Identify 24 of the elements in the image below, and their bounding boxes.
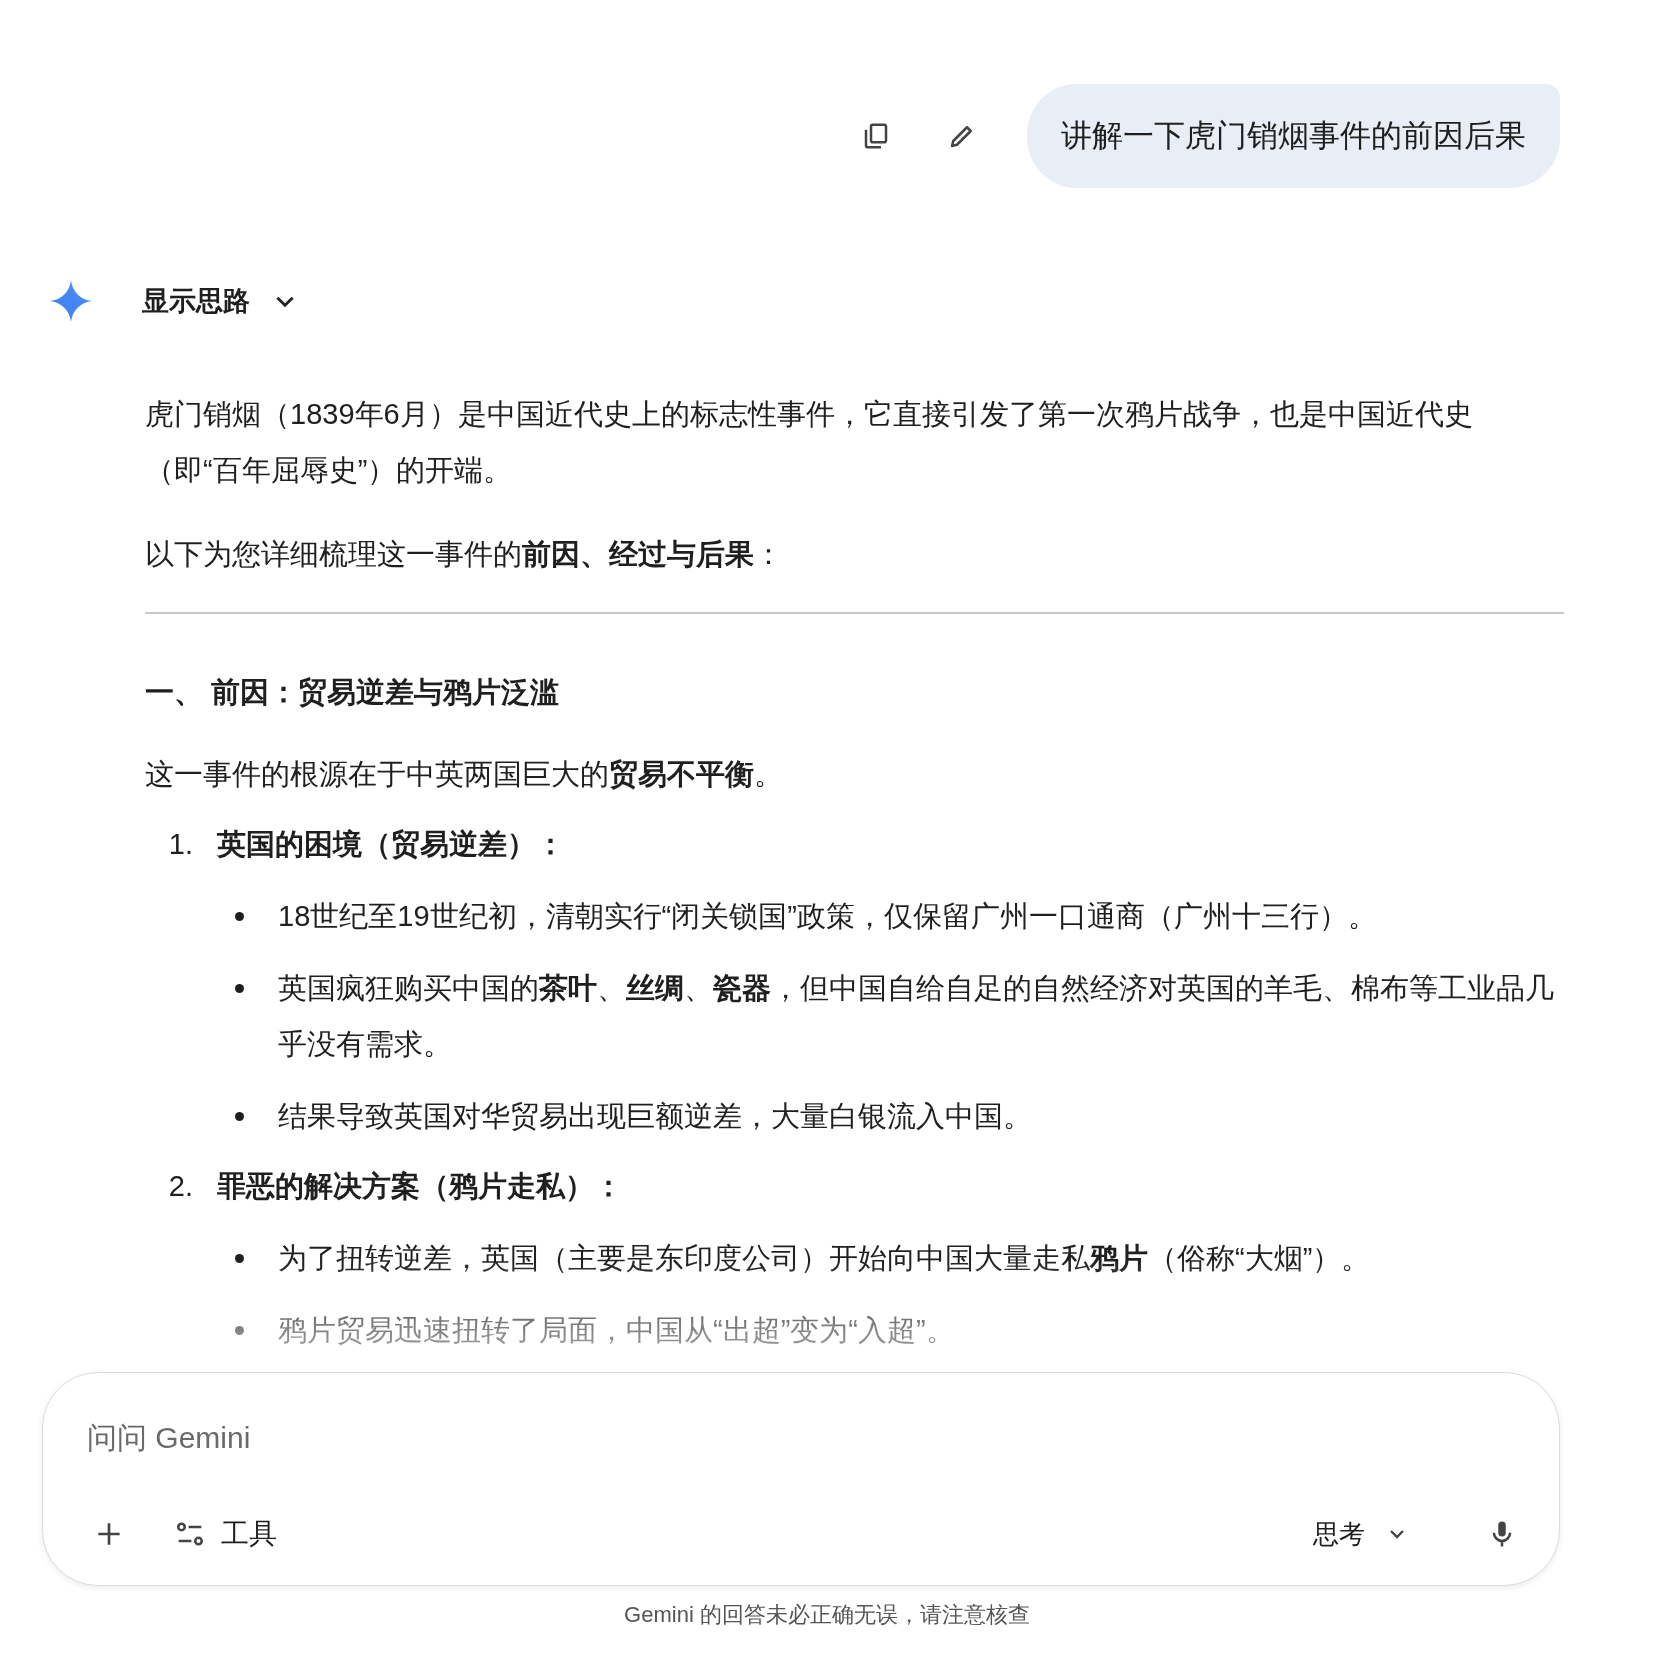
paragraph: 以下为您详细梳理这一事件的前因、经过与后果： bbox=[145, 537, 784, 572]
mode-dropdown[interactable]: 思考 bbox=[1307, 1510, 1415, 1558]
bullet-icon bbox=[235, 1112, 244, 1121]
show-thinking-toggle[interactable]: 显示思路 bbox=[142, 283, 298, 319]
prompt-field[interactable]: 问问 Gemini 工具 思考 bbox=[42, 1372, 1560, 1586]
list-item-text: 鸦片贸易迅速扭转了局面，中国从“出超”变为“入超”。 bbox=[278, 1313, 955, 1348]
tools-button[interactable]: 工具 bbox=[167, 1509, 283, 1559]
list-item-text: 18世纪至19世纪初，清朝实行“闭关锁国”政策，仅保留广州一口通商（广州十三行）。 bbox=[278, 899, 1377, 934]
bullet-icon bbox=[235, 912, 244, 921]
list-item-text: 为了扭转逆差，英国（主要是东印度公司）开始向中国大量走私鸦片（俗称“大烟”）。 bbox=[278, 1241, 1371, 1276]
bullet-icon bbox=[235, 984, 244, 993]
list-number: 2. bbox=[167, 1169, 194, 1204]
disclaimer-text: Gemini 的回答未必正确无误，请注意核查 bbox=[623, 1601, 1031, 1629]
user-message: 讲解一下虎门销烟事件的前因后果 bbox=[1027, 84, 1560, 188]
list-item-text: 英国疯狂购买中国的茶叶、丝绸、瓷器，但中国自给自足的自然经济对英国的羊毛、棉布等工业品几乎没有需求。 bbox=[278, 971, 1555, 1062]
paragraph: 虎门销烟（1839年6月）是中国近代史上的标志性事件，它直接引发了第一次鸦片战争，也是中国近代史（即“百年屈辱史”）的开端。 bbox=[145, 397, 1474, 488]
list-item-title: 英国的困境（贸易逆差）： bbox=[217, 827, 565, 862]
list-item-title: 罪恶的解决方案（鸦片走私）： bbox=[217, 1169, 623, 1204]
section-heading: 一、 前因：贸易逆差与鸦片泛滥 bbox=[145, 675, 561, 710]
list-number: 1. bbox=[167, 827, 194, 862]
list-item-text: 结果导致英国对华贸易出现巨额逆差，大量白银流入中国。 bbox=[278, 1099, 1032, 1134]
paragraph: 这一事件的根源在于中英两国巨大的贸易不平衡。 bbox=[145, 757, 784, 792]
bullet-icon bbox=[235, 1326, 244, 1335]
bullet-icon bbox=[235, 1254, 244, 1263]
